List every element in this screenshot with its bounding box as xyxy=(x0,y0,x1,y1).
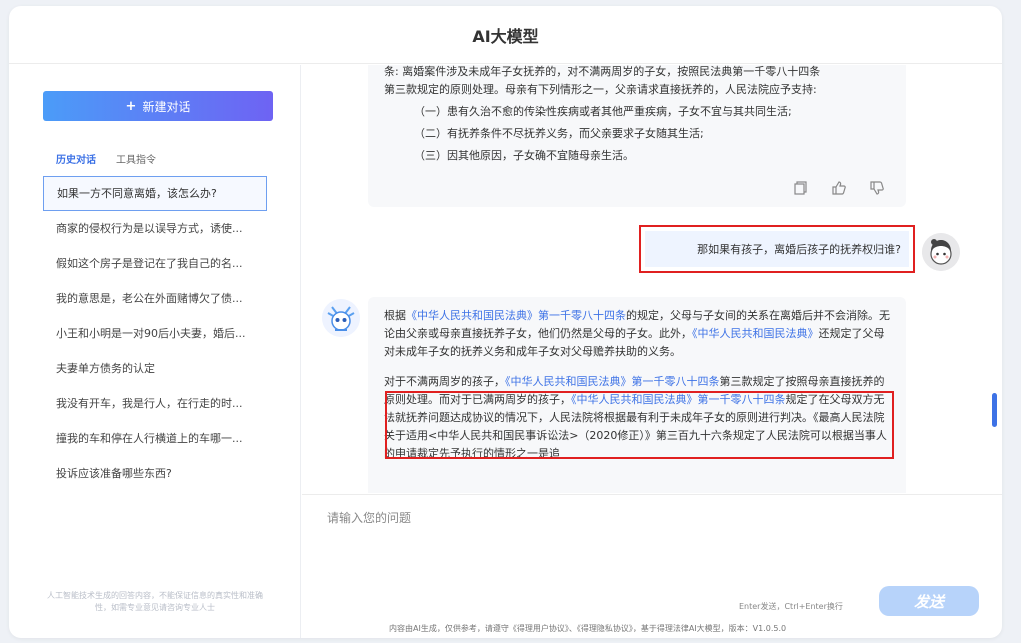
input-area: 请输入您的问题 Enter发送，Ctrl+Enter换行 发送 内容由AI生成，… xyxy=(302,494,1002,638)
copy-icon[interactable] xyxy=(794,181,808,195)
history-item[interactable]: 商家的侵权行为是以误导方式，诱使... xyxy=(43,211,267,246)
user-message: 那如果有孩子，离婚后孩子的抚养权归谁? xyxy=(639,225,915,273)
chat-area: 条: 离婚案件涉及未成年子女抚养的，对不满两周岁的子女，按照民法典第一千零八十四… xyxy=(302,65,1002,493)
header: AI大模型 xyxy=(9,6,1002,64)
scrollbar-thumb[interactable] xyxy=(992,393,997,427)
text-span: 对于不满两周岁的孩子， xyxy=(384,375,505,388)
history-item[interactable]: 撞我的车和停在人行横道上的车哪一... xyxy=(43,421,267,456)
user-message-text: 那如果有孩子，离婚后孩子的抚养权归谁? xyxy=(645,231,909,267)
tab-history[interactable]: 历史对话 xyxy=(56,151,96,166)
plus-icon: + xyxy=(125,98,137,114)
history-item[interactable]: 我的意思是，老公在外面赌博欠了债... xyxy=(43,281,267,316)
history-item[interactable]: 假如这个房子是登记在了我自己的名... xyxy=(43,246,267,281)
law-link[interactable]: 《中华人民共和国民法典》第一千零八十四条 xyxy=(505,375,720,388)
page-title: AI大模型 xyxy=(472,26,539,46)
message-line: （三）因其他原因，子女确不宜随母亲生活。 xyxy=(414,149,634,162)
sidebar: + 新建对话 历史对话 工具指令 如果一方不同意离婚，该怎么办? 商家的侵权行为… xyxy=(9,65,301,638)
message-actions xyxy=(794,181,884,195)
message-line: （二）有抚养条件不尽抚养义务，而父亲要求子女随其生活; xyxy=(414,127,704,140)
thumbs-down-icon[interactable] xyxy=(870,181,884,195)
sidebar-disclaimer: 人工智能技术生成的回答内容，不能保证信息的真实性和准确性，如需专业意见请咨询专业… xyxy=(47,591,263,612)
history-item[interactable]: 投诉应该准备哪些东西? xyxy=(43,456,267,491)
history-item[interactable]: 我没有开车，我是行人，在行走的时... xyxy=(43,386,267,421)
law-link[interactable]: 《中华人民共和国民法典》 xyxy=(692,327,819,340)
footer-disclaimer: 内容由AI生成，仅供参考，请遵守《得理用户协议》、《得理隐私协议》，基于得理法律… xyxy=(389,624,787,633)
message-paragraph: 根据《中华人民共和国民法典》第一千零八十四条的规定，父母与子女间的关系在离婚后并… xyxy=(384,307,890,361)
question-input[interactable]: 请输入您的问题 xyxy=(327,509,411,526)
ai-message: 条: 离婚案件涉及未成年子女抚养的，对不满两周岁的子女，按照民法典第一千零八十四… xyxy=(368,65,906,207)
message-line: （一）患有久治不愈的传染性疾病或者其他严重疾病，子女不宜与其共同生活; xyxy=(414,105,792,118)
history-item[interactable]: 如果一方不同意离婚，该怎么办? xyxy=(43,176,267,211)
text-span: 根据 xyxy=(384,309,406,322)
history-item[interactable]: 小王和小明是一对90后小夫妻，婚后... xyxy=(43,316,267,351)
send-hint: Enter发送，Ctrl+Enter换行 xyxy=(739,602,843,611)
history-list: 如果一方不同意离婚，该怎么办? 商家的侵权行为是以误导方式，诱使... 假如这个… xyxy=(43,176,267,491)
ai-avatar xyxy=(322,299,360,337)
new-chat-button[interactable]: + 新建对话 xyxy=(43,91,273,121)
ai-message: 根据《中华人民共和国民法典》第一千零八十四条的规定，父母与子女间的关系在离婚后并… xyxy=(368,297,906,493)
user-avatar xyxy=(922,233,960,271)
app-window: AI大模型 + 新建对话 历史对话 工具指令 如果一方不同意离婚，该怎么办? 商… xyxy=(9,6,1002,638)
law-link[interactable]: 《中华人民共和国民法典》第一千零八十四条 xyxy=(406,309,626,322)
law-link[interactable]: 《中华人民共和国民法典》第一千零八十四条 xyxy=(571,393,786,406)
message-paragraph: 对于不满两周岁的孩子，《中华人民共和国民法典》第一千零八十四条第三款规定了按照母… xyxy=(384,373,890,463)
thumbs-up-icon[interactable] xyxy=(832,181,846,195)
sidebar-tabs: 历史对话 工具指令 xyxy=(56,151,156,166)
message-line: 第三款规定的原则处理。母亲有下列情形之一，父亲请求直接抚养的，人民法院应予支持: xyxy=(384,83,817,96)
message-line: 条: 离婚案件涉及未成年子女抚养的，对不满两周岁的子女，按照民法典第一千零八十四… xyxy=(384,65,821,78)
tab-tools[interactable]: 工具指令 xyxy=(116,151,156,166)
send-button[interactable]: 发送 xyxy=(879,586,979,616)
new-chat-label: 新建对话 xyxy=(142,99,191,114)
history-item[interactable]: 夫妻单方债务的认定 xyxy=(43,351,267,386)
